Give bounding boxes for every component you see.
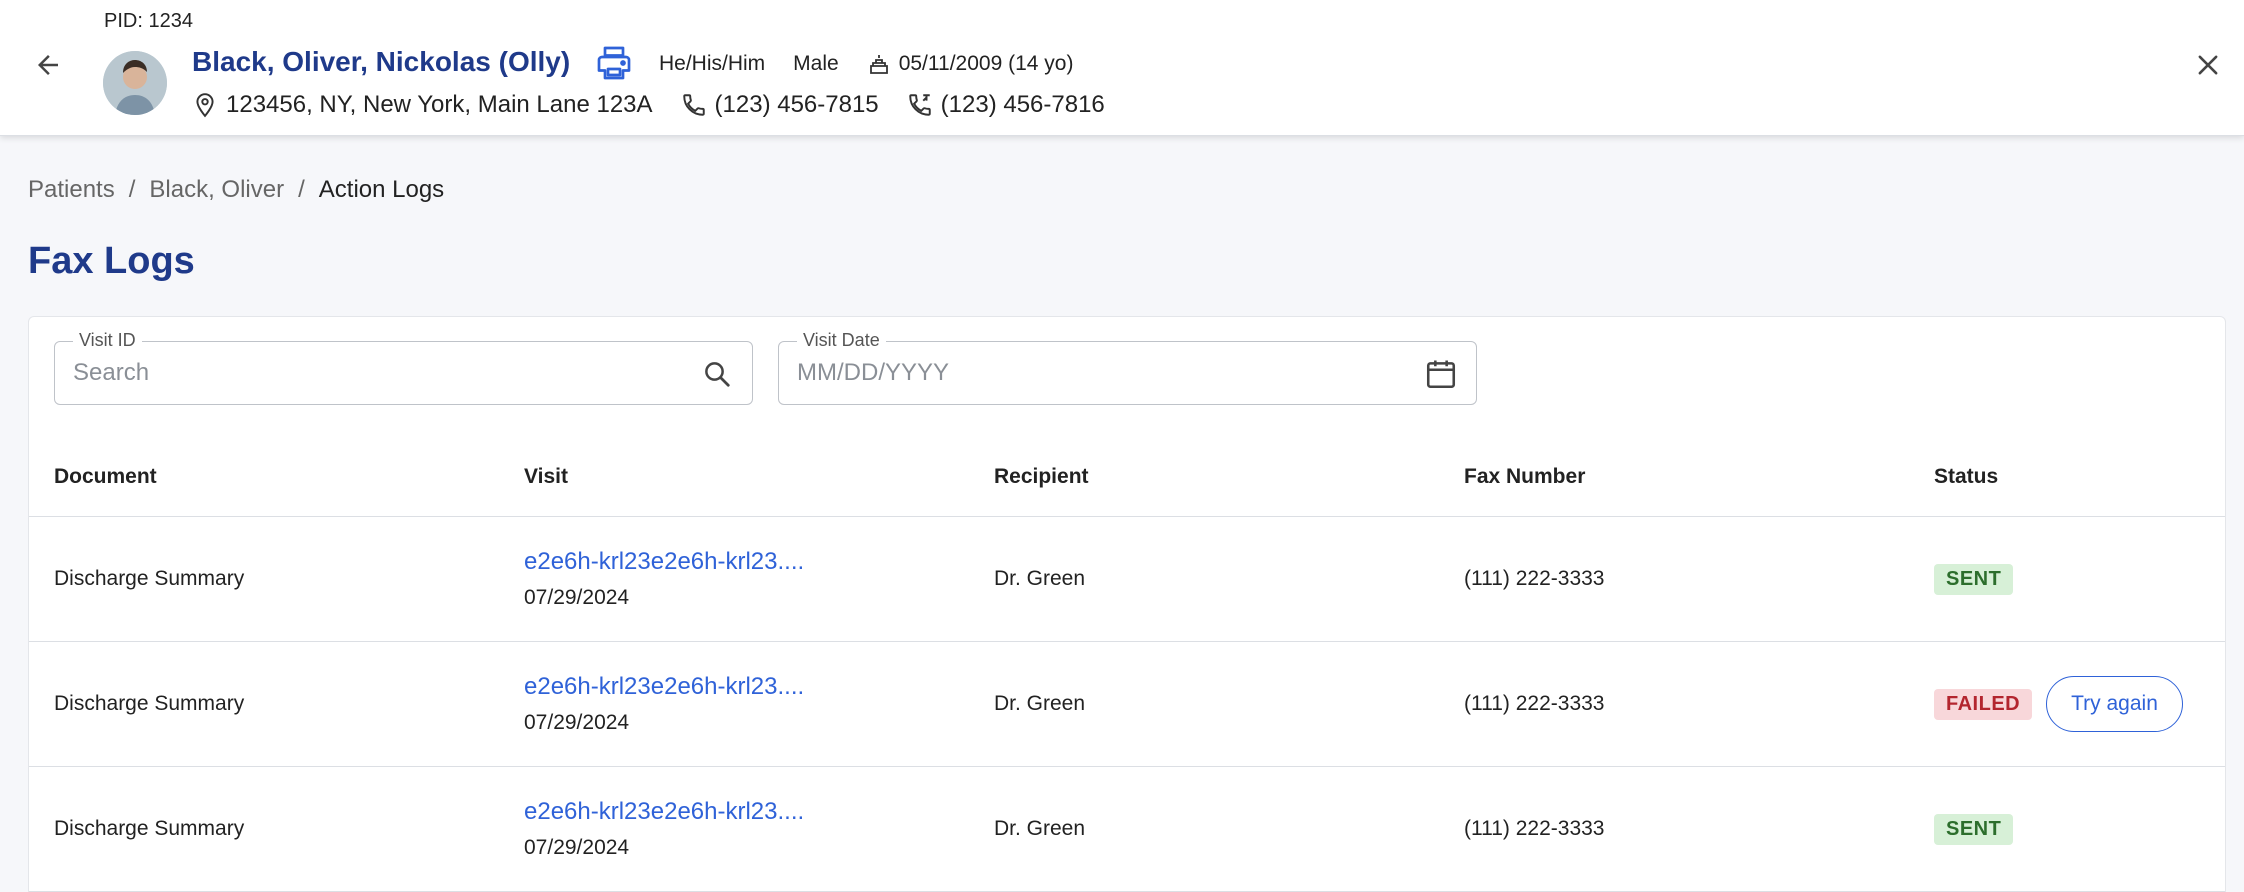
visit-date: 07/29/2024	[524, 836, 630, 859]
fax-number[interactable]: (123) 456-7816	[941, 91, 1105, 119]
breadcrumb-patient[interactable]: Black, Oliver	[149, 176, 284, 204]
column-recipient[interactable]: Recipient	[994, 465, 1089, 489]
table-row: Discharge Summary e2e6h-krl23e2e6h-krl23…	[29, 767, 2225, 892]
cell-fax-number: (111) 222-3333	[1464, 567, 1605, 590]
cake-icon	[867, 52, 891, 76]
cell-recipient: Dr. Green	[994, 567, 1086, 590]
try-again-button[interactable]: Try again	[2046, 676, 2183, 732]
search-icon	[705, 362, 730, 387]
table-row: Discharge Summary e2e6h-krl23e2e6h-krl23…	[29, 642, 2225, 767]
visit-date: 07/29/2024	[524, 711, 630, 734]
close-icon	[2198, 55, 2218, 75]
close-button[interactable]	[2190, 47, 2226, 83]
visit-link[interactable]: e2e6h-krl23e2e6h-krl23....	[524, 798, 804, 826]
avatar-portrait-icon	[103, 51, 167, 115]
breadcrumb: Patients / Black, Oliver / Action Logs	[28, 176, 444, 204]
cell-document: Discharge Summary	[54, 567, 245, 590]
arrow-left-icon	[38, 55, 58, 75]
fax-logs-table: Document Visit Recipient Fax Number Stat…	[29, 437, 2225, 892]
fax-phone-icon	[907, 92, 933, 118]
pronouns: He/His/Him	[659, 52, 766, 75]
cell-fax-number: (111) 222-3333	[1464, 817, 1605, 840]
column-document[interactable]: Document	[54, 465, 157, 489]
back-button[interactable]	[30, 47, 66, 83]
status-badge: SENT	[1934, 563, 2014, 595]
table-row: Discharge Summary e2e6h-krl23e2e6h-krl23…	[29, 517, 2225, 642]
cell-visit: e2e6h-krl23e2e6h-krl23.... 07/29/2024	[524, 798, 804, 860]
address: 123456, NY, New York, Main Lane 123A	[226, 91, 653, 118]
column-visit[interactable]: Visit	[524, 465, 568, 489]
visit-id-label: Visit ID	[73, 330, 142, 351]
breadcrumb-action-logs: Action Logs	[318, 176, 445, 203]
breadcrumb-separator: /	[128, 176, 136, 203]
visit-link[interactable]: e2e6h-krl23e2e6h-krl23....	[524, 673, 804, 701]
cell-fax-number: (111) 222-3333	[1464, 692, 1605, 715]
avatar	[103, 51, 167, 115]
phone-number[interactable]: (123) 456-7815	[715, 91, 879, 119]
cell-recipient: Dr. Green	[994, 817, 1086, 840]
breadcrumb-patients[interactable]: Patients	[28, 176, 115, 204]
patient-name[interactable]: Black, Oliver, Nickolas (Olly)	[192, 46, 570, 78]
cell-document: Discharge Summary	[54, 817, 245, 840]
visit-link[interactable]: e2e6h-krl23e2e6h-krl23....	[524, 548, 804, 576]
cell-status: SENT	[1934, 813, 2014, 845]
cell-visit: e2e6h-krl23e2e6h-krl23.... 07/29/2024	[524, 673, 804, 735]
calendar-button[interactable]	[1424, 357, 1458, 391]
fax-logs-card: Visit ID Visit Date Document Visit Recip…	[28, 316, 2226, 892]
status-badge: FAILED	[1934, 688, 2033, 720]
page-title: Fax Logs	[28, 240, 195, 282]
cell-status: SENT	[1934, 563, 2014, 595]
cell-visit: e2e6h-krl23e2e6h-krl23.... 07/29/2024	[524, 548, 804, 610]
visit-date: 07/29/2024	[524, 586, 630, 609]
search-button[interactable]	[700, 357, 734, 391]
cell-recipient: Dr. Green	[994, 692, 1086, 715]
cell-document: Discharge Summary	[54, 692, 245, 715]
patient-pid: PID: 1234	[104, 10, 193, 32]
column-fax-number[interactable]: Fax Number	[1464, 465, 1585, 489]
visit-date-label: Visit Date	[797, 330, 886, 351]
printer-icon	[597, 46, 631, 80]
calendar-icon	[1426, 360, 1456, 389]
sex: Male	[793, 52, 839, 75]
table-header: Document Visit Recipient Fax Number Stat…	[29, 437, 2225, 517]
patient-contact: 123456, NY, New York, Main Lane 123A (12…	[192, 91, 1105, 119]
status-badge: SENT	[1934, 813, 2014, 845]
visit-id-field: Visit ID	[54, 330, 753, 405]
location-pin-icon	[192, 92, 218, 118]
visit-id-input[interactable]	[73, 358, 631, 388]
patient-demographics: He/His/Him Male 05/11/2009 (14 yo)	[659, 52, 1073, 76]
print-button[interactable]	[596, 45, 632, 81]
column-status[interactable]: Status	[1934, 465, 1998, 489]
visit-date-field: Visit Date	[778, 330, 1477, 405]
phone-icon	[681, 92, 707, 118]
cell-status: FAILED Try again	[1934, 676, 2183, 732]
patient-header: PID: 1234 Black, Oliver, Nickolas (Olly)…	[0, 0, 2244, 136]
date-of-birth: 05/11/2009 (14 yo)	[898, 52, 1074, 75]
breadcrumb-separator: /	[298, 176, 305, 203]
visit-date-input[interactable]	[797, 358, 1355, 388]
